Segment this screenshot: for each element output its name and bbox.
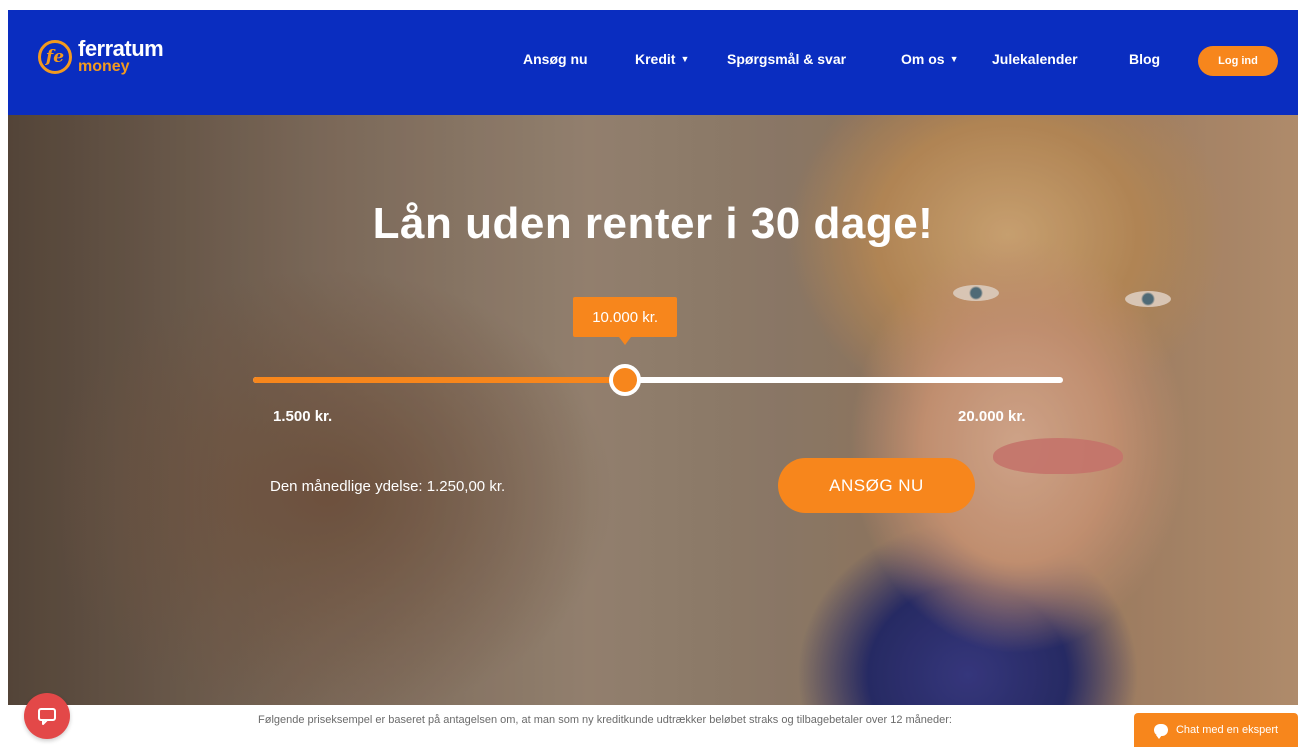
caret-down-icon: ▼ [680,54,690,64]
page: fe ferratum money Ansøg nu Kredit ▼ Spørg… [0,0,1306,747]
hero-title: Lån uden renter i 30 dage! [372,199,934,248]
apply-now-button[interactable]: ANSØG NU [778,458,975,513]
loan-amount-slider[interactable] [253,377,1063,383]
hero-section: Lån uden renter i 30 dage! 10.000 kr. 1.… [8,115,1298,705]
chat-button-label: Chat med en ekspert [1175,724,1279,736]
top-navigation: fe ferratum money Ansøg nu Kredit ▼ Spørg… [8,10,1298,115]
hero-photo-detail [1125,291,1171,307]
slider-value-tooltip: 10.000 kr. [573,297,678,345]
nav-item-label: Ansøg nu [523,51,588,67]
nav-item-julekalender[interactable]: Julekalender [992,51,1078,67]
chat-with-expert-button[interactable]: Chat med en ekspert [1134,713,1298,747]
nav-item-sporgsmal-svar[interactable]: Spørgsmål & svar [727,51,846,67]
nav-item-label: Julekalender [992,51,1078,67]
slider-max-label: 20.000 kr. [958,408,1026,425]
caret-down-icon: ▼ [949,54,959,64]
nav-item-blog[interactable]: Blog [1129,51,1160,67]
nav-item-label: Blog [1129,51,1161,67]
nav-item-om-os[interactable]: Om os ▼ [901,51,959,67]
nav-item-ansog-nu[interactable]: Ansøg nu [523,51,588,67]
nav-item-label: Spørgsmål & svar [727,51,847,67]
monthly-payment-text: Den månedlige ydelse: 1.250,00 kr. [270,478,506,495]
nav-item-label: Om os [901,51,945,67]
hero-photo-detail [993,438,1123,474]
nav-item-kredit[interactable]: Kredit ▼ [635,51,689,67]
nav-item-label: Kredit [635,51,676,67]
slider-fill [253,377,626,383]
speech-bubble-icon [1153,724,1168,739]
chat-bubble-icon [38,708,56,725]
slider-handle[interactable] [609,364,642,396]
price-example-disclaimer: Følgende priseksempel er baseret på anta… [258,714,952,726]
hero-photo-detail [953,285,999,301]
slider-min-label: 1.500 kr. [273,408,333,425]
main-menu: Ansøg nu Kredit ▼ Spørgsmål & svar Om os ▼… [8,51,1298,71]
feedback-button[interactable] [24,693,70,739]
login-button[interactable]: Log ind [1198,46,1278,76]
